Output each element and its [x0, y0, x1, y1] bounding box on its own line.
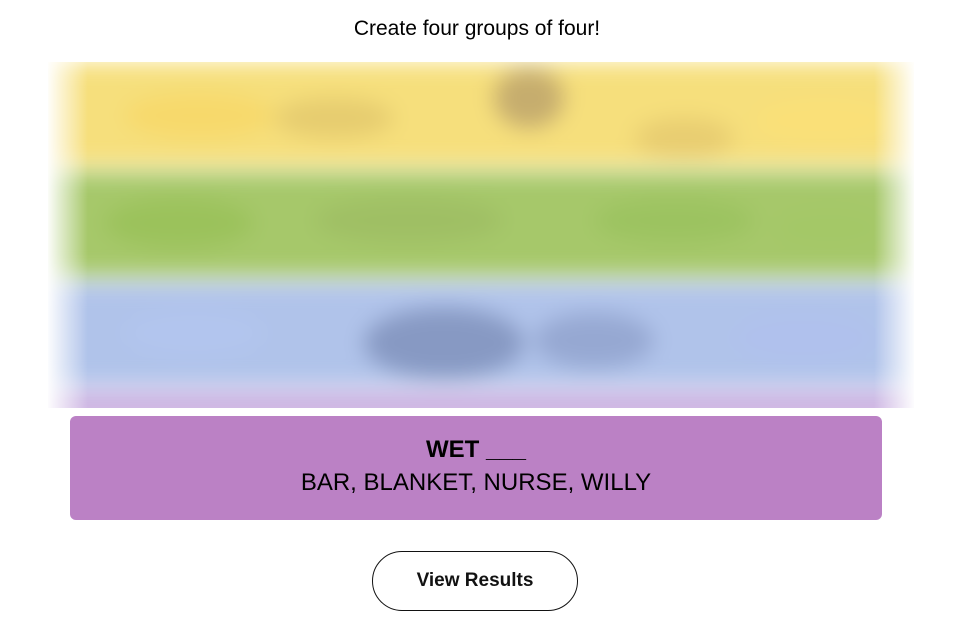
hidden-tile-text: [754, 98, 894, 143]
board-right-fade: [874, 62, 914, 408]
hidden-purple-strip: [48, 392, 914, 408]
solved-group-purple: WET ___ BAR, BLANKET, NURSE, WILLY: [70, 416, 882, 520]
board-left-fade: [48, 62, 88, 408]
view-results-button[interactable]: View Results: [372, 551, 578, 611]
hidden-tile-text: [634, 118, 734, 158]
hidden-tile-text: [494, 68, 564, 128]
hidden-tile-text: [594, 198, 754, 243]
hidden-tile-text: [124, 308, 264, 358]
solved-group-title: WET ___: [425, 436, 527, 463]
hidden-tile-text: [274, 98, 394, 138]
hidden-tile-text: [734, 313, 874, 363]
hidden-tile-text: [364, 308, 524, 378]
hidden-tile-text: [774, 208, 884, 248]
solved-group-members: BAR, BLANKET, NURSE, WILLY: [300, 469, 652, 496]
hidden-tile-text: [314, 198, 504, 243]
instructions-text: Create four groups of four!: [353, 17, 601, 40]
hidden-tile-text: [124, 93, 274, 138]
blurred-board-content: [48, 62, 914, 408]
hidden-tile-text: [534, 313, 654, 368]
obscured-puzzle-board: [48, 62, 914, 408]
hidden-tile-text: [104, 198, 254, 248]
